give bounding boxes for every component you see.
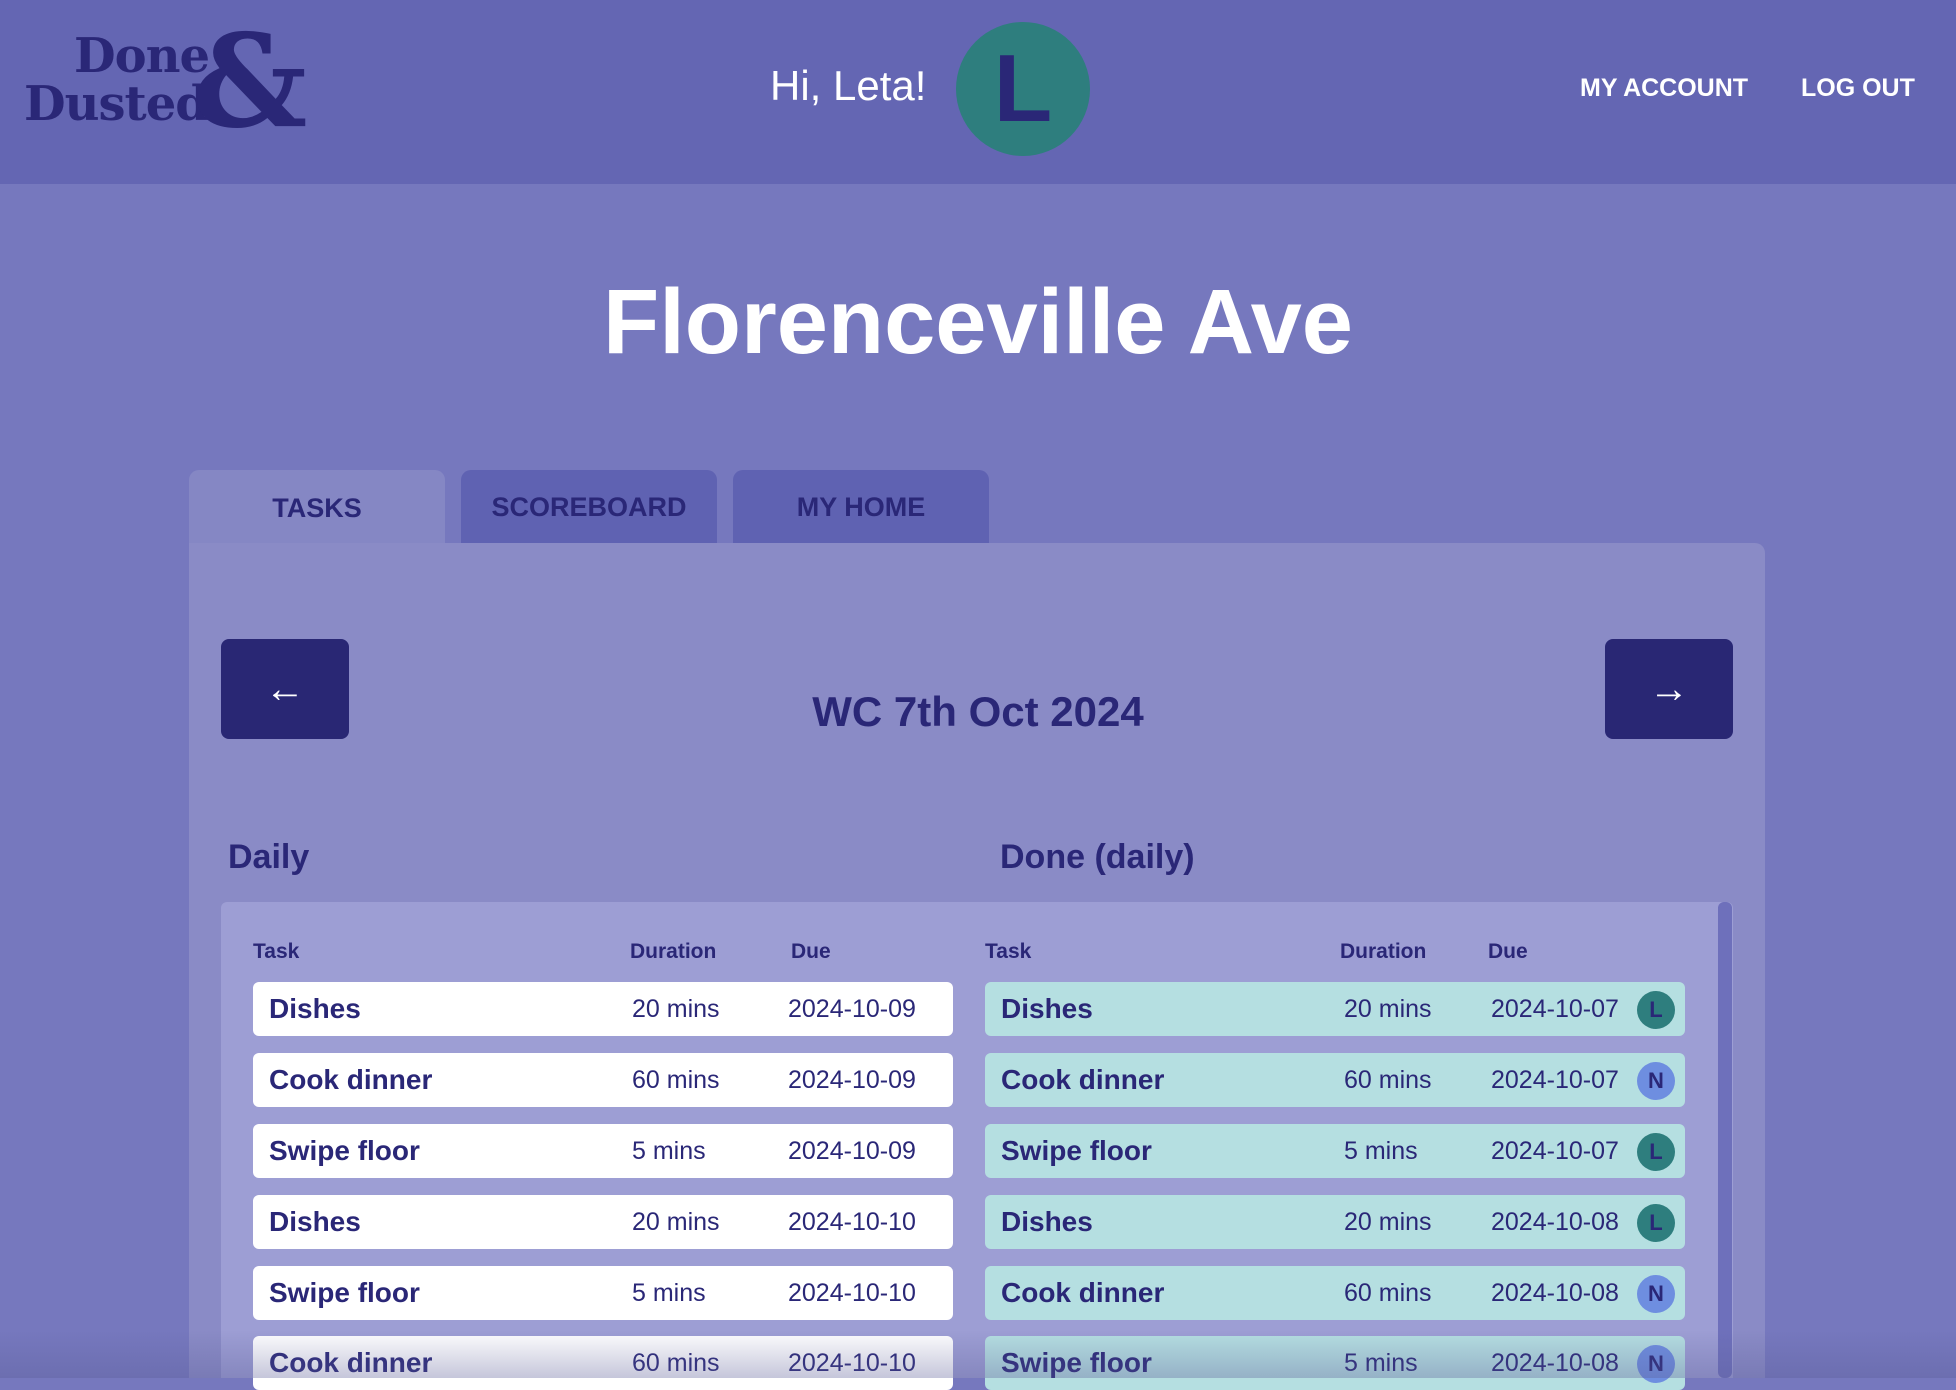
done-task-row[interactable]: Cook dinner 60 mins 2024-10-07 N [985, 1053, 1685, 1107]
task-duration: 5 mins [632, 1279, 706, 1307]
task-duration: 60 mins [632, 1349, 720, 1377]
page-title: Florenceville Ave [603, 271, 1353, 373]
completed-by-avatar: L [1637, 991, 1675, 1029]
completed-by-avatar: L [1637, 1133, 1675, 1171]
task-name: Cook dinner [1001, 1277, 1165, 1308]
task-due-date: 2024-10-08 [1491, 1349, 1619, 1377]
task-due-date: 2024-10-10 [788, 1208, 916, 1236]
task-row[interactable]: Cook dinner 60 mins 2024-10-10 [253, 1336, 953, 1390]
task-duration: 60 mins [1344, 1066, 1432, 1094]
completed-by-avatar: L [1637, 1204, 1675, 1242]
task-due-date: 2024-10-09 [788, 1137, 916, 1165]
task-duration: 5 mins [1344, 1137, 1418, 1165]
task-duration: 20 mins [1344, 1208, 1432, 1236]
column-header-task: Task [985, 940, 1032, 963]
logo-word-dusted: Dusted [24, 76, 209, 132]
arrow-left-icon: ← [265, 666, 305, 711]
task-row[interactable]: Cook dinner 60 mins 2024-10-09 [253, 1053, 953, 1107]
task-due-date: 2024-10-07 [1491, 1137, 1619, 1165]
user-avatar[interactable]: L [956, 22, 1090, 156]
tab-my-home[interactable]: MY HOME [733, 470, 989, 544]
done-task-row[interactable]: Swipe floor 5 mins 2024-10-08 N [985, 1336, 1685, 1390]
arrow-right-icon: → [1649, 666, 1689, 711]
column-header-duration: Duration [1340, 940, 1427, 963]
done-task-row[interactable]: Swipe floor 5 mins 2024-10-07 L [985, 1124, 1685, 1178]
task-due-date: 2024-10-08 [1491, 1279, 1619, 1307]
task-due-date: 2024-10-08 [1491, 1208, 1619, 1236]
task-row[interactable]: Dishes 20 mins 2024-10-09 [253, 982, 953, 1036]
vertical-scrollbar[interactable] [1718, 902, 1732, 1378]
tab-tasks[interactable]: TASKS [189, 470, 445, 546]
task-name: Cook dinner [269, 1347, 433, 1378]
done-daily-section-title: Done (daily) [1000, 838, 1195, 876]
task-duration: 60 mins [632, 1066, 720, 1094]
next-week-button[interactable]: → [1605, 639, 1733, 739]
column-header-due: Due [1488, 940, 1528, 963]
task-name: Swipe floor [1001, 1135, 1152, 1166]
top-header: Done Dusted & Hi, Leta! L MY ACCOUNT LOG… [0, 0, 1956, 184]
task-due-date: 2024-10-10 [788, 1279, 916, 1307]
completed-by-avatar: N [1637, 1062, 1675, 1100]
column-header-due: Due [791, 940, 831, 963]
task-due-date: 2024-10-09 [788, 1066, 916, 1094]
tab-scoreboard[interactable]: SCOREBOARD [461, 470, 717, 544]
task-name: Cook dinner [269, 1064, 433, 1095]
task-due-date: 2024-10-07 [1491, 995, 1619, 1023]
task-name: Dishes [269, 1206, 361, 1237]
done-task-row[interactable]: Cook dinner 60 mins 2024-10-08 N [985, 1266, 1685, 1320]
task-name: Cook dinner [1001, 1064, 1165, 1095]
task-name: Swipe floor [269, 1135, 420, 1166]
task-row[interactable]: Swipe floor 5 mins 2024-10-09 [253, 1124, 953, 1178]
task-due-date: 2024-10-10 [788, 1349, 916, 1377]
task-name: Dishes [1001, 1206, 1093, 1237]
task-due-date: 2024-10-09 [788, 995, 916, 1023]
column-header-duration: Duration [630, 940, 717, 963]
log-out-link[interactable]: LOG OUT [1801, 74, 1915, 103]
week-label: WC 7th Oct 2024 [812, 688, 1144, 735]
my-account-link[interactable]: MY ACCOUNT [1580, 74, 1748, 103]
completed-by-avatar: N [1637, 1275, 1675, 1313]
column-header-task: Task [253, 940, 300, 963]
task-duration: 60 mins [1344, 1279, 1432, 1307]
task-row[interactable]: Swipe floor 5 mins 2024-10-10 [253, 1266, 953, 1320]
task-duration: 5 mins [632, 1137, 706, 1165]
task-duration: 20 mins [632, 995, 720, 1023]
task-row[interactable]: Dishes 20 mins 2024-10-10 [253, 1195, 953, 1249]
done-task-row[interactable]: Dishes 20 mins 2024-10-07 L [985, 982, 1685, 1036]
done-task-row[interactable]: Dishes 20 mins 2024-10-08 L [985, 1195, 1685, 1249]
daily-task-list: Task Duration Due Dishes 20 mins 2024-10… [253, 902, 953, 1390]
previous-week-button[interactable]: ← [221, 639, 349, 739]
task-name: Swipe floor [269, 1277, 420, 1308]
completed-by-avatar: N [1637, 1345, 1675, 1383]
task-due-date: 2024-10-07 [1491, 1066, 1619, 1094]
task-name: Swipe floor [1001, 1347, 1152, 1378]
greeting-text: Hi, Leta! [770, 62, 927, 109]
task-name: Dishes [1001, 993, 1093, 1024]
task-duration: 20 mins [632, 1208, 720, 1236]
logo-ampersand: & [192, 7, 308, 157]
done-daily-task-list: Task Duration Due Dishes 20 mins 2024-10… [985, 902, 1685, 1390]
task-duration: 20 mins [1344, 995, 1432, 1023]
task-duration: 5 mins [1344, 1349, 1418, 1377]
daily-section-title: Daily [228, 838, 310, 876]
task-name: Dishes [269, 993, 361, 1024]
done-and-dusted-logo[interactable]: Done Dusted & [24, 18, 308, 153]
